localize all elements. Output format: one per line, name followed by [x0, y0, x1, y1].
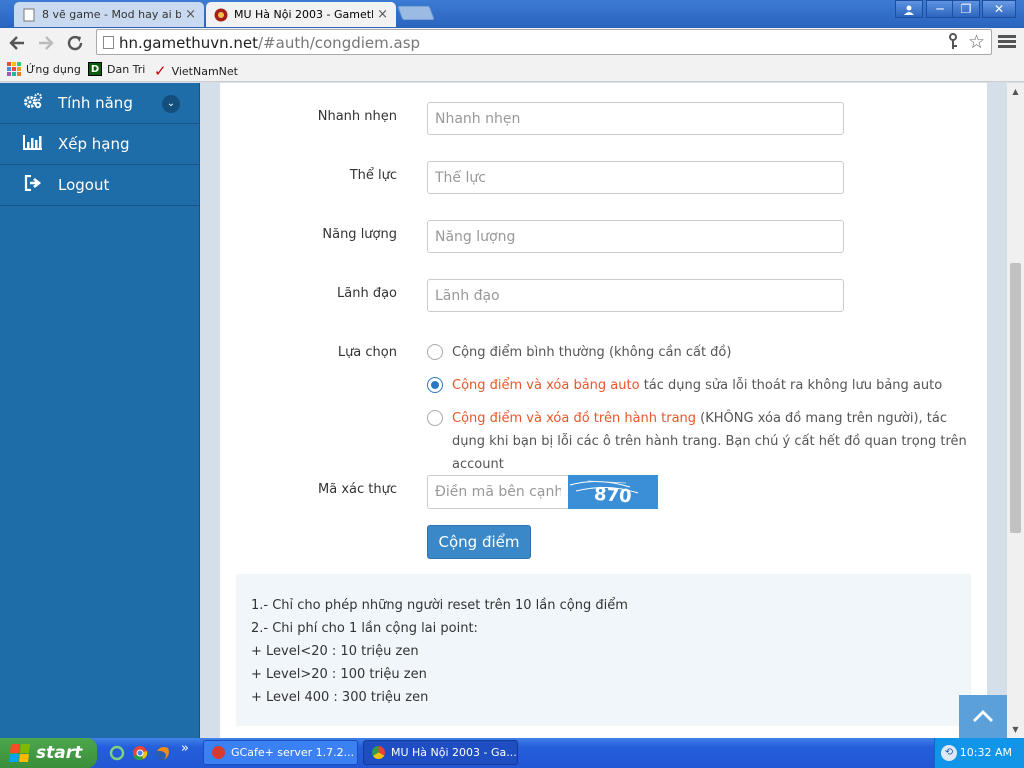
bookmarks-bar: Ứng dụng D Dan Tri ✓ VietNamNet — [0, 58, 1024, 82]
close-window-button[interactable]: ✕ — [982, 0, 1016, 18]
network-icon[interactable]: ⟲ — [941, 745, 957, 761]
windows-flag-icon — [9, 744, 31, 762]
tab-mod-game[interactable]: 8 vẽ game - Mod hay ai biết ⋯ × — [14, 2, 204, 27]
chevron-up-icon — [973, 710, 993, 722]
agility-label: Nhanh nhẹn — [317, 109, 397, 124]
clock: 10:32 AM — [959, 746, 1012, 759]
stamina-label: Thể lực — [349, 168, 397, 183]
browser-titlebar: 8 vẽ game - Mod hay ai biết ⋯ × MU Hà Nộ… — [0, 0, 1024, 28]
bookmark-dantri[interactable]: D Dan Tri — [88, 62, 145, 76]
address-bar[interactable]: hn.gamethuvn.net/#auth/congdiem.asp ☆ — [96, 29, 992, 55]
refresh-quicklaunch-icon[interactable] — [109, 745, 125, 765]
sidebar-item-ranking[interactable]: Xếp hạng — [0, 124, 200, 165]
new-tab-button[interactable] — [397, 6, 435, 20]
radio-clear-inventory[interactable] — [427, 410, 443, 426]
option-normal[interactable]: Cộng điểm bình thường (không cần cất đồ) — [427, 341, 967, 364]
quicklaunch-more-icon[interactable]: » — [181, 741, 189, 756]
tab-mu-hanoi[interactable]: MU Hà Nội 2003 - GamethuV × — [206, 2, 396, 27]
captcha-image: 870 — [568, 475, 658, 509]
scroll-thumb[interactable] — [1010, 263, 1021, 533]
captcha-code: 870 — [593, 484, 632, 508]
firefox-quicklaunch-icon[interactable] — [155, 745, 171, 765]
sidebar: Tính năng ⌄ Xếp hạng Logout — [0, 83, 200, 738]
mu-favicon-icon — [214, 8, 228, 22]
rule-line: + Level>20 : 100 triệu zen — [251, 667, 427, 682]
back-icon[interactable] — [6, 32, 28, 54]
leadership-label: Lãnh đạo — [337, 286, 397, 301]
url-text: hn.gamethuvn.net/#auth/congdiem.asp — [119, 34, 421, 52]
taskbar-item-gcafe[interactable]: GCafe+ server 1.7.2... — [203, 740, 358, 765]
bookmark-vietnamnet[interactable]: ✓ VietNamNet — [154, 62, 238, 80]
radio-normal[interactable] — [427, 344, 443, 360]
tab-title: 8 vẽ game - Mod hay ai biết ⋯ — [42, 8, 182, 21]
energy-input[interactable] — [427, 220, 844, 253]
key-icon[interactable] — [947, 33, 959, 55]
bookmark-apps[interactable]: Ứng dụng — [7, 62, 81, 76]
apps-grid-icon — [7, 62, 21, 76]
agility-input[interactable] — [427, 102, 844, 135]
rule-line: 2.- Chi phí cho 1 lần cộng lai point: — [251, 621, 478, 636]
sidebar-item-label: Logout — [58, 176, 110, 194]
rule-line: + Level<20 : 10 triệu zen — [251, 644, 419, 659]
start-button[interactable]: start — [0, 738, 97, 768]
vietnamnet-check-icon: ✓ — [154, 62, 167, 80]
chrome-quicklaunch-icon[interactable] — [132, 745, 148, 765]
system-tray: ⟲ 10:32 AM — [934, 738, 1024, 768]
leadership-input[interactable] — [427, 279, 844, 312]
bookmark-star-icon[interactable]: ☆ — [968, 31, 985, 53]
logout-icon — [22, 174, 44, 195]
option-clear-inventory[interactable]: Cộng điểm và xóa đồ trên hành trang (KHÔ… — [427, 407, 967, 476]
sidebar-item-label: Xếp hạng — [58, 135, 130, 153]
energy-label: Năng lượng — [322, 227, 397, 242]
rule-line: 1.- Chỉ cho phép những người reset trên … — [251, 598, 628, 613]
reload-icon[interactable] — [64, 32, 86, 54]
forward-icon[interactable] — [35, 32, 57, 54]
page-viewport: Tính năng ⌄ Xếp hạng Logout Nhanh nhẹn T… — [0, 83, 1024, 738]
back-to-top-button[interactable] — [959, 695, 1007, 738]
chrome-icon — [372, 746, 385, 759]
stamina-input[interactable] — [427, 161, 844, 194]
maximize-button[interactable]: ❐ — [952, 0, 980, 18]
sidebar-item-logout[interactable]: Logout — [0, 165, 200, 206]
tab-title: MU Hà Nội 2003 - GamethuV — [234, 8, 373, 21]
main-content: Nhanh nhẹn Thể lực Năng lượng Lãnh đạo L… — [220, 83, 987, 738]
captcha-label: Mã xác thực — [318, 482, 397, 497]
captcha-input[interactable] — [427, 475, 569, 509]
vertical-scrollbar[interactable]: ▲ ▼ — [1007, 83, 1024, 738]
taskbar-item-chrome[interactable]: MU Hà Nội 2003 - Ga... — [363, 740, 518, 765]
close-icon[interactable]: × — [185, 7, 196, 22]
gcafe-icon — [212, 746, 225, 759]
scroll-up-icon[interactable]: ▲ — [1007, 83, 1024, 100]
bar-chart-icon — [22, 134, 44, 154]
add-points-button[interactable]: Cộng điểm — [427, 525, 531, 559]
option-label: Lựa chọn — [337, 345, 397, 360]
chevron-down-icon[interactable]: ⌄ — [162, 95, 180, 113]
chrome-menu-icon[interactable] — [998, 33, 1016, 51]
profile-button[interactable] — [895, 0, 923, 18]
scroll-down-icon[interactable]: ▼ — [1007, 721, 1024, 738]
dantri-logo-icon: D — [88, 62, 102, 76]
minimize-button[interactable]: ─ — [926, 0, 954, 18]
close-icon[interactable]: × — [377, 7, 388, 22]
page-icon — [22, 8, 36, 22]
gears-icon — [22, 92, 44, 114]
page-icon — [103, 36, 114, 49]
taskbar: start » GCafe+ server 1.7.2... MU Hà Nội… — [0, 738, 1024, 768]
sidebar-item-features[interactable]: Tính năng ⌄ — [0, 83, 200, 124]
rules-panel: 1.- Chỉ cho phép những người reset trên … — [236, 574, 971, 726]
radio-clear-auto[interactable] — [427, 377, 443, 393]
sidebar-item-label: Tính năng — [58, 94, 133, 112]
option-clear-auto[interactable]: Cộng điểm và xóa bảng auto tác dụng sửa … — [427, 374, 967, 397]
rule-line: + Level 400 : 300 triệu zen — [251, 690, 429, 705]
